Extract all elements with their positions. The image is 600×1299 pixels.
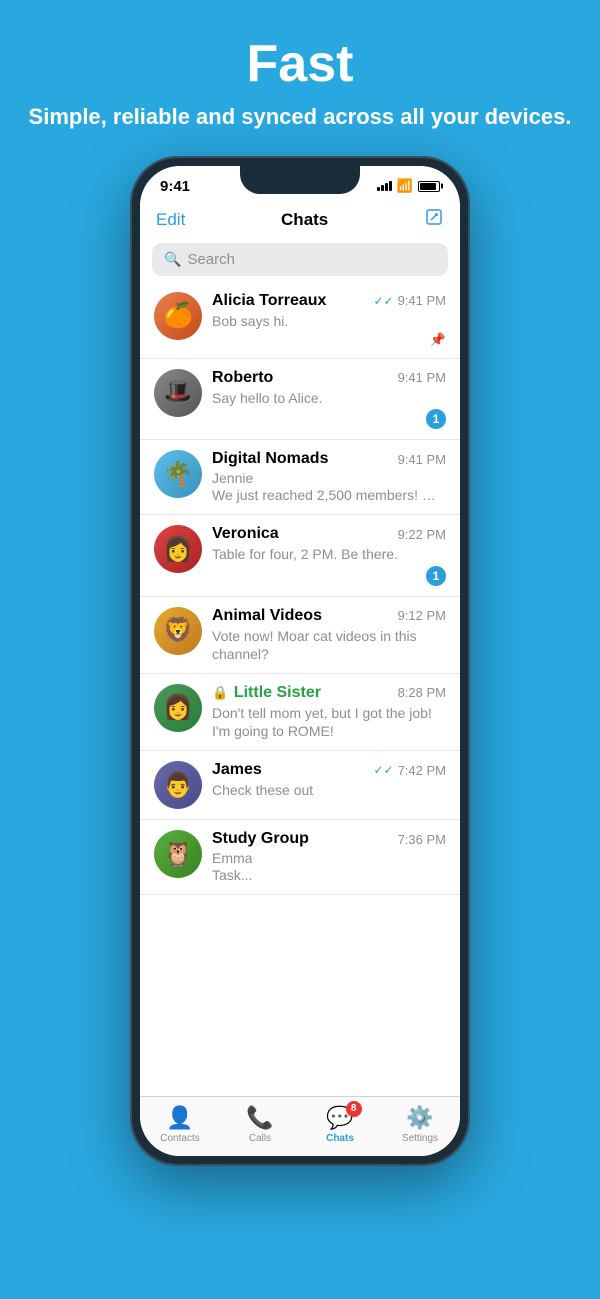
phone-screen: 9:41 📶 Edit Chats	[140, 166, 460, 1156]
chat-sender-study: Emma	[212, 850, 446, 866]
tab-bar: 👤 Contacts 📞 Calls 💬8Chats ⚙️ Settings	[140, 1096, 460, 1156]
search-icon: 🔍	[164, 251, 181, 268]
signal-icon	[377, 181, 392, 191]
avatar-animals: 🦁	[154, 607, 202, 655]
chat-message-nomads: We just reached 2,500 members! WOO!	[212, 486, 446, 504]
tab-chats[interactable]: 💬8Chats	[310, 1105, 370, 1144]
chat-name-animals: Animal Videos	[212, 607, 322, 625]
lock-icon: 🔒	[212, 685, 232, 700]
tab-icon-settings: ⚙️	[406, 1105, 433, 1131]
chat-message-study: Task...	[212, 866, 446, 884]
battery-icon	[418, 181, 440, 192]
chat-message-veronica: Table for four, 2 PM. Be there.	[212, 545, 446, 563]
chat-name-nomads: Digital Nomads	[212, 450, 328, 468]
chat-sender-nomads: Jennie	[212, 470, 446, 486]
chat-name-alicia: Alicia Torreaux	[212, 292, 326, 310]
chat-message-alicia: Bob says hi.	[212, 312, 446, 330]
compose-button[interactable]	[424, 207, 444, 233]
chat-time-sister: 8:28 PM	[398, 685, 446, 700]
chat-content-study: Study Group 7:36 PM EmmaTask...	[212, 830, 446, 884]
chat-time-nomads: 9:41 PM	[398, 452, 446, 467]
chat-content-alicia: Alicia Torreaux ✓✓ 9:41 PM Bob says hi. 📌	[212, 292, 446, 348]
chat-message-roberto: Say hello to Alice.	[212, 389, 446, 407]
read-ticks-icon: ✓✓	[373, 763, 393, 777]
chat-badge-roberto: 1	[426, 409, 446, 429]
tab-contacts[interactable]: 👤 Contacts	[150, 1105, 210, 1144]
search-placeholder: Search	[187, 251, 235, 268]
status-bar: 9:41 📶	[140, 166, 460, 199]
chat-message-james: Check these out	[212, 781, 446, 799]
chat-list: 🍊Alicia Torreaux✓✓9:41 PMBob says hi.📌🎩R…	[140, 282, 460, 1096]
chat-item-animals[interactable]: 🦁 Animal Videos 9:12 PM Vote now! Moar cat …	[140, 597, 460, 674]
edit-button[interactable]: Edit	[156, 210, 185, 230]
tab-label-chats: Chats	[326, 1133, 354, 1144]
wifi-icon: 📶	[397, 178, 413, 194]
chat-item-study[interactable]: 🦉 Study Group 7:36 PM EmmaTask...	[140, 820, 460, 895]
tab-icon-calls: 📞	[246, 1105, 273, 1131]
chat-message-sister: Don't tell mom yet, but I got the job! I…	[212, 704, 446, 740]
chat-time-study: 7:36 PM	[398, 832, 446, 847]
chat-content-nomads: Digital Nomads 9:41 PM JennieWe just reach…	[212, 450, 446, 504]
avatar-study: 🦉	[154, 830, 202, 878]
chat-badge-veronica: 1	[426, 566, 446, 586]
avatar-alicia: 🍊	[154, 292, 202, 340]
hero-subtitle: Simple, reliable and synced across all y…	[29, 103, 572, 132]
tab-calls[interactable]: 📞 Calls	[230, 1105, 290, 1144]
avatar-roberto: 🎩	[154, 369, 202, 417]
chat-item-nomads[interactable]: 🌴 Digital Nomads 9:41 PM JennieWe just reac…	[140, 440, 460, 515]
chat-message-animals: Vote now! Moar cat videos in this channe…	[212, 627, 446, 663]
chat-name-sister: 🔒 Little Sister	[212, 684, 321, 702]
chat-time-animals: 9:12 PM	[398, 608, 446, 623]
tab-icon-contacts: 👤	[166, 1105, 193, 1131]
chat-item-james[interactable]: 👨 James ✓✓ 7:42 PM Check these out	[140, 751, 460, 820]
chat-item-veronica[interactable]: 👩 Veronica 9:22 PM Table for four, 2 PM. Be…	[140, 515, 460, 596]
app-header: Edit Chats	[140, 199, 460, 243]
avatar-nomads: 🌴	[154, 450, 202, 498]
chat-name-veronica: Veronica	[212, 525, 279, 543]
hero-section: Fast Simple, reliable and synced across …	[9, 0, 592, 156]
tab-label-contacts: Contacts	[160, 1133, 199, 1144]
header-title: Chats	[281, 210, 328, 230]
search-bar[interactable]: 🔍 Search	[152, 243, 448, 276]
chat-time-roberto: 9:41 PM	[398, 370, 446, 385]
chat-time-veronica: 9:22 PM	[398, 527, 446, 542]
tab-badge-chats: 8	[346, 1101, 362, 1117]
chat-name-study: Study Group	[212, 830, 309, 848]
tab-settings[interactable]: ⚙️ Settings	[390, 1105, 450, 1144]
read-ticks-icon: ✓✓	[373, 294, 393, 308]
hero-title: Fast	[29, 36, 572, 93]
chat-content-roberto: Roberto 9:41 PM Say hello to Alice. 1	[212, 369, 446, 429]
status-time: 9:41	[160, 178, 190, 195]
chat-content-veronica: Veronica 9:22 PM Table for four, 2 PM. Be …	[212, 525, 446, 585]
avatar-sister: 👩	[154, 684, 202, 732]
chat-item-roberto[interactable]: 🎩 Roberto 9:41 PM Say hello to Alice. 1	[140, 359, 460, 440]
tab-label-settings: Settings	[402, 1133, 438, 1144]
notch	[240, 166, 360, 194]
chat-item-sister[interactable]: 👩 🔒 Little Sister 8:28 PM Don't tell mom ye…	[140, 674, 460, 751]
pin-icon: 📌	[430, 332, 446, 348]
chat-time-alicia: 9:41 PM	[398, 293, 446, 308]
chat-content-james: James ✓✓ 7:42 PM Check these out	[212, 761, 446, 799]
chat-content-sister: 🔒 Little Sister 8:28 PM Don't tell mom yet…	[212, 684, 446, 740]
chat-content-animals: Animal Videos 9:12 PM Vote now! Moar cat v…	[212, 607, 446, 663]
avatar-james: 👨	[154, 761, 202, 809]
status-icons: 📶	[377, 178, 440, 194]
chat-name-james: James	[212, 761, 262, 779]
chat-name-roberto: Roberto	[212, 369, 273, 387]
chat-time-james: 7:42 PM	[398, 763, 446, 778]
chat-item-alicia[interactable]: 🍊 Alicia Torreaux ✓✓ 9:41 PM Bob says hi. 📌	[140, 282, 460, 359]
tab-label-calls: Calls	[249, 1133, 271, 1144]
phone-frame: 9:41 📶 Edit Chats	[130, 156, 470, 1166]
avatar-veronica: 👩	[154, 525, 202, 573]
